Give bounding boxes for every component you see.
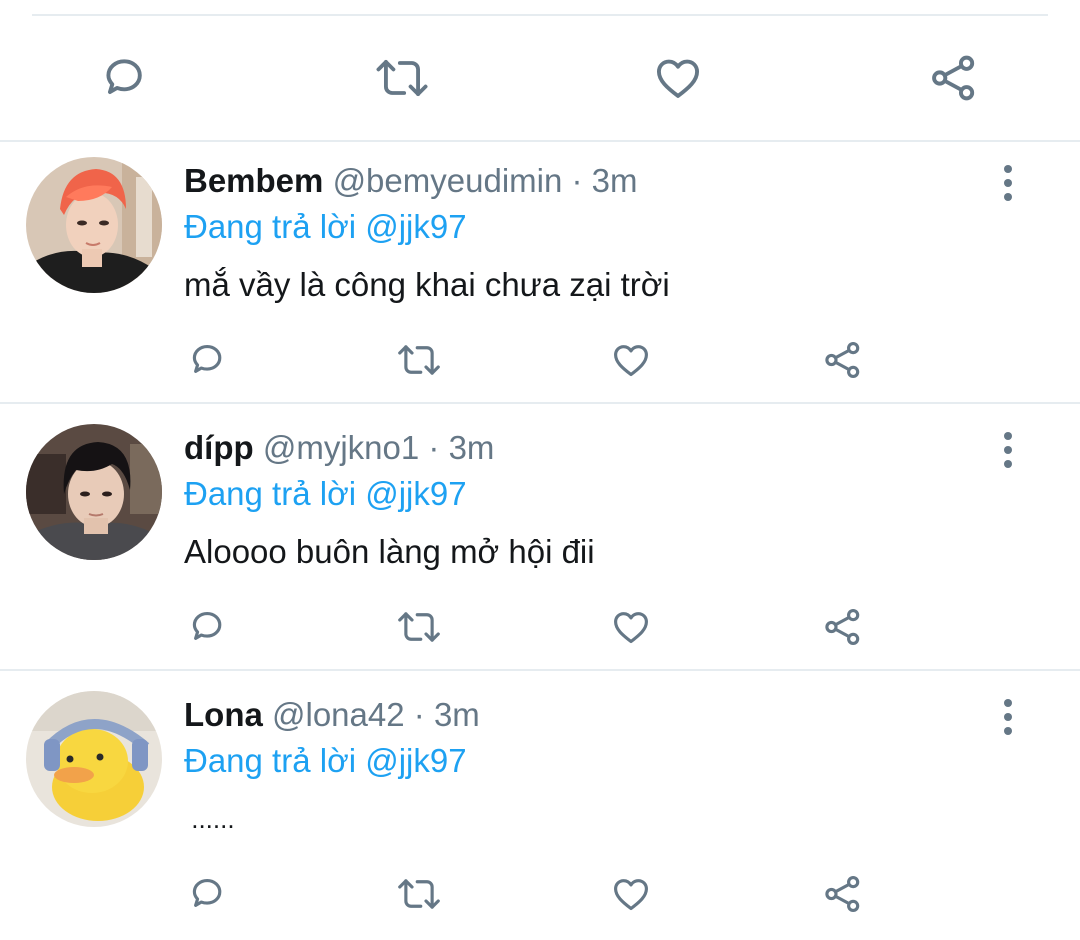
tweet-text: mắ vầy là công khai chưa zại trời	[184, 266, 670, 303]
tweet-divider	[0, 669, 1080, 671]
tweet-header: dípp @myjkno1 · 3m	[184, 428, 494, 468]
like-icon[interactable]	[610, 606, 652, 648]
reply-context: Đang trả lời @jjk97	[184, 207, 467, 247]
tweet-text: ......	[184, 804, 235, 834]
meta-separator: ·	[428, 429, 440, 466]
tweet-header: Lona @lona42 · 3m	[184, 695, 480, 735]
retweet-icon[interactable]	[394, 606, 444, 648]
user-display-name[interactable]: dípp	[184, 429, 254, 466]
tweet-card[interactable]: Bembem @bemyeudimin · 3m Đang trả lời @j…	[0, 141, 1080, 406]
more-options-icon[interactable]	[996, 430, 1020, 470]
tweet-header: Bembem @bemyeudimin · 3m	[184, 161, 638, 201]
reply-context: Đang trả lời @jjk97	[184, 741, 467, 781]
reply-context: Đang trả lời @jjk97	[184, 474, 467, 514]
user-display-name[interactable]: Lona	[184, 696, 263, 733]
reply-prefix: Đang trả lời	[184, 742, 357, 779]
reply-icon[interactable]	[186, 873, 228, 915]
retweet-icon[interactable]	[394, 873, 444, 915]
reply-mention-link[interactable]: @jjk97	[365, 475, 466, 512]
tweet-card[interactable]: dípp @myjkno1 · 3m Đang trả lời @jjk97 A…	[0, 408, 1080, 673]
tweet-text: Aloooo buôn làng mở hội đii	[184, 533, 595, 570]
share-icon[interactable]	[928, 52, 980, 104]
user-display-name[interactable]: Bembem	[184, 162, 323, 199]
like-icon[interactable]	[610, 873, 652, 915]
tweet-time[interactable]: 3m	[434, 696, 480, 733]
tweet-time[interactable]: 3m	[449, 429, 495, 466]
user-handle[interactable]: @bemyeudimin	[333, 162, 563, 199]
user-handle[interactable]: @lona42	[272, 696, 405, 733]
share-icon[interactable]	[822, 873, 864, 915]
tweet-time[interactable]: 3m	[592, 162, 638, 199]
tweet-card[interactable]: Lona @lona42 · 3m Đang trả lời @jjk97 ..…	[0, 675, 1080, 940]
retweet-icon[interactable]	[394, 339, 444, 381]
more-options-icon[interactable]	[996, 163, 1020, 203]
reply-icon[interactable]	[186, 606, 228, 648]
share-icon[interactable]	[822, 606, 864, 648]
like-icon[interactable]	[652, 52, 704, 104]
share-icon[interactable]	[822, 339, 864, 381]
like-icon[interactable]	[610, 339, 652, 381]
reply-mention-link[interactable]: @jjk97	[365, 208, 466, 245]
reply-prefix: Đang trả lời	[184, 208, 357, 245]
reply-icon[interactable]	[186, 339, 228, 381]
avatar[interactable]	[26, 424, 162, 560]
avatar[interactable]	[26, 157, 162, 293]
more-options-icon[interactable]	[996, 697, 1020, 737]
meta-separator: ·	[571, 162, 583, 199]
parent-tweet-action-bar	[0, 40, 1080, 114]
reply-icon[interactable]	[98, 52, 150, 104]
retweet-icon[interactable]	[372, 52, 432, 104]
meta-separator: ·	[413, 696, 425, 733]
reply-prefix: Đang trả lời	[184, 475, 357, 512]
top-divider	[32, 14, 1048, 16]
avatar[interactable]	[26, 691, 162, 827]
tweet-divider	[0, 402, 1080, 404]
reply-mention-link[interactable]: @jjk97	[365, 742, 466, 779]
user-handle[interactable]: @myjkno1	[263, 429, 419, 466]
